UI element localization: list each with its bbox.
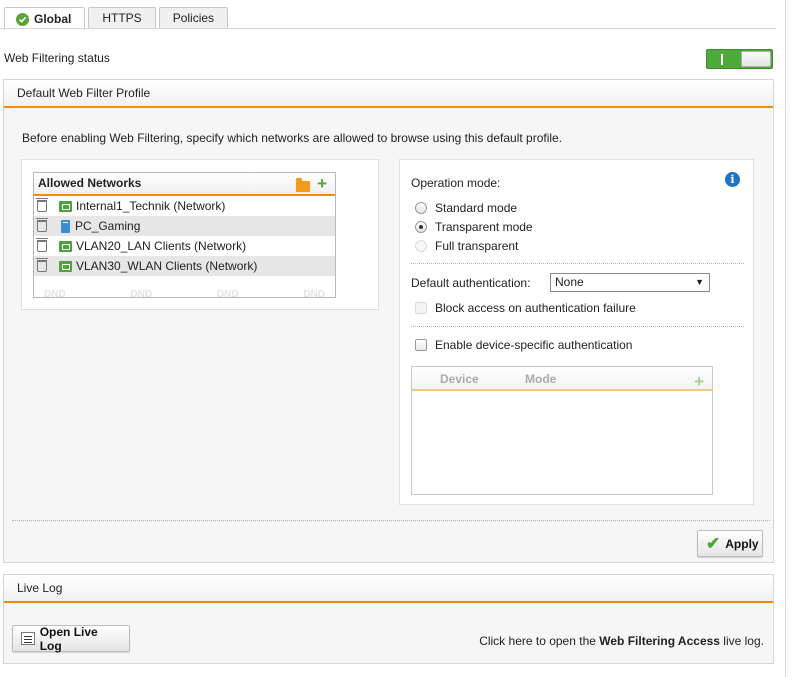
full-transparent-radio[interactable] [415, 240, 427, 252]
info-icon[interactable]: i [725, 172, 740, 187]
host-icon [61, 219, 70, 233]
default-authentication-value: None [555, 275, 584, 289]
device-specific-auth-checkbox[interactable] [415, 339, 427, 351]
drop-zone[interactable]: DND DND DND DND [34, 289, 335, 300]
dnd-marker: DND [303, 289, 325, 300]
live-log-panel-title: Live Log [4, 575, 773, 603]
divider [12, 520, 770, 521]
tab-bar: Global HTTPS Policies [4, 7, 231, 30]
tab-global-label: Global [34, 12, 72, 26]
operation-mode-label: Operation mode: [411, 176, 501, 190]
full-transparent-label: Full transparent [435, 239, 519, 253]
add-icon[interactable]: + [317, 175, 327, 192]
list-item-label: VLAN30_WLAN Clients (Network) [76, 259, 258, 273]
default-authentication-label: Default authentication: [411, 276, 531, 290]
checkmark-icon: ✔ [706, 534, 721, 553]
divider [411, 263, 744, 264]
device-specific-auth-label: Enable device-specific authentication [435, 338, 633, 352]
log-icon [21, 632, 35, 645]
trash-icon[interactable] [36, 218, 48, 232]
trash-icon[interactable] [36, 198, 48, 212]
allowed-networks-list[interactable]: Allowed Networks + Internal1_Technik (Ne… [33, 172, 336, 300]
apply-button-label: Apply [725, 536, 759, 551]
column-header-mode: Mode [525, 372, 557, 386]
network-icon [59, 200, 72, 212]
default-authentication-select[interactable]: None ▼ [550, 273, 710, 292]
tabs-divider [0, 28, 776, 29]
live-log-panel: Live Log Open Live Log Click here to ope… [3, 574, 774, 664]
tab-https[interactable]: HTTPS [88, 7, 156, 29]
list-item-label: PC_Gaming [75, 219, 141, 233]
standard-mode-label: Standard mode [435, 201, 518, 215]
standard-mode-radio[interactable] [415, 202, 427, 214]
open-live-log-label: Open Live Log [39, 624, 98, 653]
transparent-mode-radio[interactable] [415, 221, 427, 233]
dropdown-arrow-icon: ▼ [695, 277, 704, 287]
web-filtering-status-toggle[interactable] [706, 49, 773, 69]
dnd-marker: DND [216, 289, 239, 300]
scrollbar-track[interactable] [785, 0, 786, 677]
list-item[interactable]: VLAN30_WLAN Clients (Network) [34, 256, 335, 276]
network-icon [59, 260, 72, 272]
toggle-knob[interactable] [741, 51, 771, 67]
list-item[interactable]: Internal1_Technik (Network) [34, 196, 335, 216]
add-device-icon[interactable]: + [694, 372, 704, 392]
allowed-networks-container: Allowed Networks + Internal1_Technik (Ne… [21, 159, 379, 310]
list-item[interactable]: PC_Gaming [34, 216, 335, 236]
trash-icon[interactable] [36, 258, 48, 272]
operation-settings-container: Operation mode: i Standard mode Transpar… [399, 159, 754, 505]
profile-intro-text: Before enabling Web Filtering, specify w… [22, 131, 563, 145]
live-log-hint-suffix: live log. [719, 634, 764, 648]
live-log-hint[interactable]: Click here to open the Web Filtering Acc… [479, 634, 764, 648]
allowed-networks-title: Allowed Networks [38, 176, 142, 190]
tab-policies[interactable]: Policies [158, 7, 229, 29]
transparent-mode-label: Transparent mode [435, 220, 533, 234]
apply-button[interactable]: ✔ Apply [697, 530, 763, 557]
default-profile-panel: Default Web Filter Profile Before enabli… [3, 79, 774, 563]
list-item-label: Internal1_Technik (Network) [76, 199, 226, 213]
network-icon [59, 240, 72, 252]
web-filtering-status-label: Web Filtering status [4, 51, 110, 65]
toggle-on-marker [721, 54, 723, 65]
tab-global[interactable]: Global [4, 7, 86, 30]
live-log-hint-prefix: Click here to open the [479, 634, 600, 648]
trash-icon[interactable] [36, 238, 48, 252]
list-item-label: VLAN20_LAN Clients (Network) [76, 239, 247, 253]
folder-icon[interactable] [296, 178, 311, 192]
live-log-hint-bold: Web Filtering Access [599, 634, 720, 648]
column-header-device: Device [440, 372, 479, 386]
check-circle-icon [16, 12, 29, 26]
dnd-marker: DND [44, 289, 66, 300]
dnd-marker: DND [130, 289, 153, 300]
device-table-header: Device Mode + [412, 367, 712, 391]
divider [411, 326, 744, 327]
device-table[interactable]: Device Mode + [411, 366, 713, 495]
open-live-log-button[interactable]: Open Live Log [12, 624, 130, 653]
default-profile-panel-title: Default Web Filter Profile [4, 80, 773, 108]
block-access-label: Block access on authentication failure [435, 301, 636, 315]
block-access-checkbox[interactable] [415, 302, 427, 314]
list-item[interactable]: VLAN20_LAN Clients (Network) [34, 236, 335, 256]
allowed-networks-header: Allowed Networks + [34, 173, 335, 196]
